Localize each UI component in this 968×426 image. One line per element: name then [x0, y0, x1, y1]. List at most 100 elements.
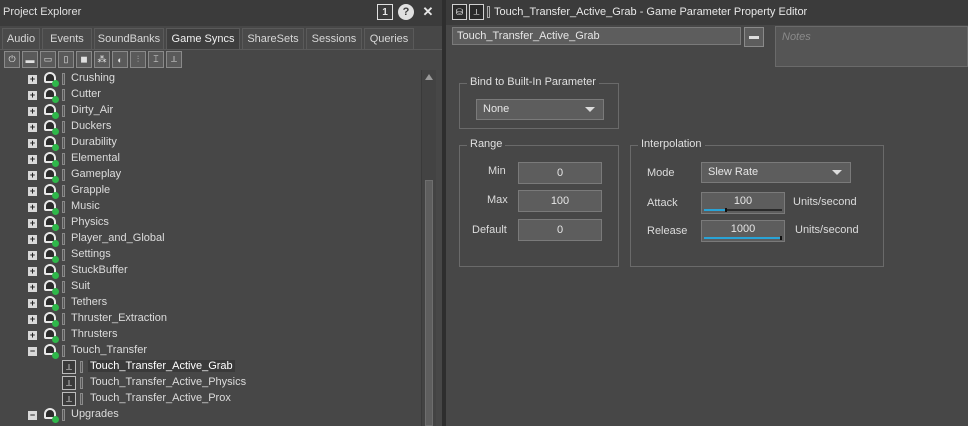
game-parameter-group-icon	[44, 103, 60, 119]
tree-item-group[interactable]: + Tethers	[0, 295, 420, 311]
collapse-icon[interactable]: −	[28, 411, 37, 420]
tree-item-group[interactable]: + Player_and_Global	[0, 231, 420, 247]
tree-item-group[interactable]: + Physics	[0, 215, 420, 231]
tree-item-label: StuckBuffer	[71, 264, 128, 276]
tree-item-label: Tethers	[71, 296, 108, 308]
parameter-icon[interactable]: ⟂	[166, 51, 182, 68]
max-field[interactable]: 100	[518, 190, 602, 212]
tree-item-group[interactable]: − Touch_Transfer	[0, 343, 420, 359]
attack-slider[interactable]: 100	[701, 192, 785, 214]
mode-combo[interactable]: Slew Rate	[701, 162, 851, 183]
tab-queries[interactable]: Queries	[364, 28, 414, 49]
release-label: Release	[647, 225, 688, 237]
game-parameter-group-icon	[44, 215, 60, 231]
expand-icon[interactable]: +	[28, 331, 37, 340]
expand-icon[interactable]: +	[28, 75, 37, 84]
argument-icon[interactable]: ⌶	[148, 51, 164, 68]
game-sync-icon: ⛁	[452, 4, 467, 20]
power-icon[interactable]: ⏻	[4, 51, 20, 68]
tab-audio[interactable]: Audio	[2, 28, 40, 49]
tree-item-group[interactable]: + Grapple	[0, 183, 420, 199]
expand-icon[interactable]: +	[28, 107, 37, 116]
tab-events[interactable]: Events	[42, 28, 92, 49]
expand-icon[interactable]: +	[28, 139, 37, 148]
switch-group-icon[interactable]: ◼	[76, 51, 92, 68]
separator-icon	[62, 169, 65, 181]
trigger-icon[interactable]: ◐	[112, 51, 128, 68]
expand-icon[interactable]: +	[28, 123, 37, 132]
release-knob[interactable]	[780, 236, 782, 240]
tree-item-group[interactable]: + Thrusters	[0, 327, 420, 343]
expand-icon[interactable]: +	[28, 251, 37, 260]
default-field[interactable]: 0	[518, 219, 602, 241]
expand-icon[interactable]: +	[28, 235, 37, 244]
tree-item-group[interactable]: + Elemental	[0, 151, 420, 167]
work-unit-icon[interactable]: ▭	[40, 51, 56, 68]
tree-item-group[interactable]: + Suit	[0, 279, 420, 295]
tree-item-label: Crushing	[71, 72, 116, 84]
attack-knob[interactable]	[725, 208, 728, 212]
close-button[interactable]: ✕	[420, 4, 436, 20]
notes-field[interactable]: Notes	[775, 26, 968, 67]
tree-item-group[interactable]: + Thruster_Extraction	[0, 311, 420, 327]
tree-item-group[interactable]: − Upgrades	[0, 407, 420, 423]
min-field[interactable]: 0	[518, 162, 602, 184]
property-editor-title: Touch_Transfer_Active_Grab - Game Parame…	[494, 6, 808, 18]
expand-icon[interactable]: +	[28, 283, 37, 292]
tree-item-group[interactable]: + StuckBuffer	[0, 263, 420, 279]
tree-item-label: Elemental	[71, 152, 120, 164]
expand-icon[interactable]: +	[28, 267, 37, 276]
tab-soundbanks[interactable]: SoundBanks	[94, 28, 164, 49]
collapse-icon[interactable]: −	[28, 347, 37, 356]
range-group: Range Min 0 Max 100 Default 0	[459, 138, 619, 267]
scrollbar-thumb[interactable]	[425, 180, 433, 426]
tree-item-group[interactable]: + Durability	[0, 135, 420, 151]
separator-icon	[62, 121, 65, 133]
chevron-down-icon	[832, 170, 842, 175]
tree-item-parameter[interactable]: ⟂ Touch_Transfer_Active_Grab	[0, 359, 420, 375]
tab-sharesets[interactable]: ShareSets	[242, 28, 304, 49]
project-explorer-tabs: Audio Events SoundBanks Game Syncs Share…	[0, 28, 442, 50]
expand-icon[interactable]: +	[28, 155, 37, 164]
separator-icon	[62, 409, 65, 421]
tree-item-group[interactable]: + Gameplay	[0, 167, 420, 183]
game-parameter-group-icon	[44, 119, 60, 135]
tab-sessions[interactable]: Sessions	[306, 28, 362, 49]
help-button[interactable]: ?	[398, 4, 414, 20]
expand-icon[interactable]: +	[28, 171, 37, 180]
tree-item-group[interactable]: + Cutter	[0, 87, 420, 103]
scroll-up-arrow-icon[interactable]	[425, 74, 433, 80]
game-parameter-group-icon	[44, 295, 60, 311]
object-name-field[interactable]: Touch_Transfer_Active_Grab	[452, 27, 741, 45]
tree-item-group[interactable]: + Duckers	[0, 119, 420, 135]
name-options-button[interactable]: ▬	[744, 27, 764, 47]
virtual-folder-icon[interactable]: ▯	[58, 51, 74, 68]
bind-parameter-combo[interactable]: None	[476, 99, 604, 120]
tree-item-group[interactable]: + Crushing	[0, 71, 420, 87]
tab-game-syncs[interactable]: Game Syncs	[166, 28, 240, 50]
separator-icon	[487, 6, 490, 18]
game-parameter-icon[interactable]: ⫶	[130, 51, 146, 68]
release-slider[interactable]: 1000	[701, 220, 785, 242]
expand-icon[interactable]: +	[28, 315, 37, 324]
game-parameter-group-icon	[44, 247, 60, 263]
state-group-icon[interactable]: ⁂	[94, 51, 110, 68]
separator-icon	[62, 345, 65, 357]
tree-scrollbar[interactable]	[421, 70, 436, 426]
tree-item-parameter[interactable]: ⟂ Touch_Transfer_Active_Physics	[0, 375, 420, 391]
tree-item-label: Gameplay	[71, 168, 122, 180]
tree-item-parameter[interactable]: ⟂ Touch_Transfer_Active_Prox	[0, 391, 420, 407]
expand-icon[interactable]: +	[28, 187, 37, 196]
pin-button[interactable]: 1	[377, 4, 393, 20]
tree-item-label: Thrusters	[71, 328, 118, 340]
expand-icon[interactable]: +	[28, 299, 37, 308]
folder-icon[interactable]: ▬	[22, 51, 38, 68]
separator-icon	[62, 217, 65, 229]
expand-icon[interactable]: +	[28, 91, 37, 100]
tree-item-group[interactable]: + Dirty_Air	[0, 103, 420, 119]
expand-icon[interactable]: +	[28, 219, 37, 228]
expand-icon[interactable]: +	[28, 203, 37, 212]
tree-item-group[interactable]: + Music	[0, 199, 420, 215]
tree-item-group[interactable]: + Settings	[0, 247, 420, 263]
mode-value: Slew Rate	[708, 166, 759, 178]
